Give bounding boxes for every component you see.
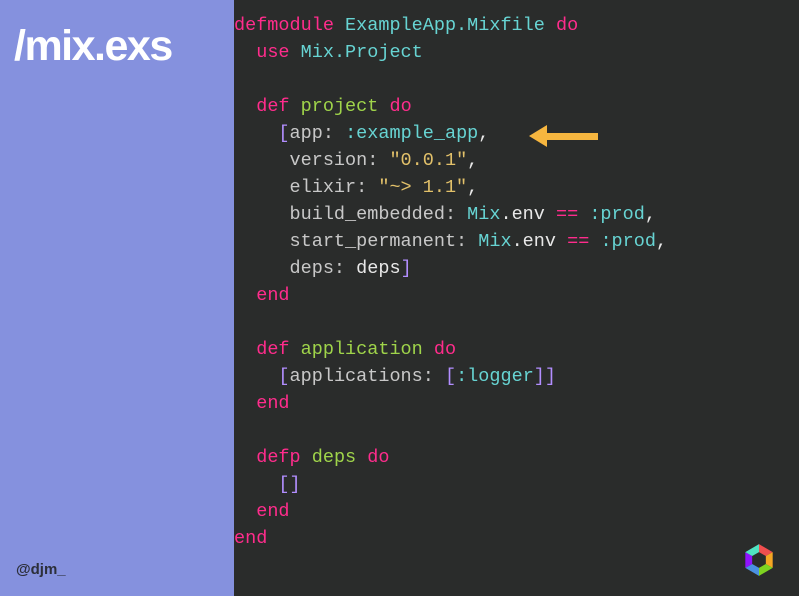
key-applications: applications: [290,366,434,387]
kw-do: do [367,447,389,468]
fn-application: application [301,339,423,360]
author-handle: @djm_ [16,561,66,578]
kw-do: do [434,339,456,360]
highlight-arrow-icon [529,125,598,147]
key-elixir: elixir: [290,177,368,198]
kw-end: end [256,393,289,414]
module-name: ExampleApp.Mixfile [345,15,545,36]
kw-end: end [256,285,289,306]
str-elixir: "~> 1.1" [378,177,467,198]
key-version: version: [290,150,379,171]
hex-logo-icon [741,542,777,578]
comma: , [478,123,489,144]
atom-prod: :prod [600,231,656,252]
bracket: ] [534,366,545,387]
mix: Mix [467,204,500,225]
kw-use: use [256,42,289,63]
bracket: [ [278,123,289,144]
comma: , [467,150,478,171]
deps-call: deps [356,258,400,279]
bracket: [ [278,366,289,387]
code-panel: defmodule ExampleApp.Mixfile do use Mix.… [234,0,799,596]
kw-do: do [556,15,578,36]
atom-example-app: :example_app [345,123,478,144]
key-start-permanent: start_permanent: [290,231,468,252]
comma: , [656,231,667,252]
key-deps: deps: [290,258,346,279]
file-title: /mix.exs [0,0,234,71]
dot-env: .env [500,204,544,225]
fn-deps: deps [312,447,356,468]
atom-logger: :logger [456,366,534,387]
kw-end: end [256,501,289,522]
bracket: [ [278,474,289,495]
bracket: ] [401,258,412,279]
kw-do: do [389,96,411,117]
key-app: app: [290,123,334,144]
str-version: "0.0.1" [389,150,467,171]
kw-defmodule: defmodule [234,15,334,36]
kw-def: def [256,339,289,360]
dot-env: .env [512,231,556,252]
kw-defp: defp [256,447,300,468]
op-eq: == [567,231,589,252]
comma: , [467,177,478,198]
mix-project: Mix.Project [301,42,423,63]
bracket: [ [445,366,456,387]
mix: Mix [478,231,511,252]
kw-end: end [234,528,267,549]
op-eq: == [556,204,578,225]
bracket: ] [545,366,556,387]
atom-prod: :prod [589,204,645,225]
bracket: ] [290,474,301,495]
fn-project: project [301,96,379,117]
key-build-embedded: build_embedded: [290,204,457,225]
kw-def: def [256,96,289,117]
slide-sidebar: /mix.exs @djm_ [0,0,234,596]
comma: , [645,204,656,225]
